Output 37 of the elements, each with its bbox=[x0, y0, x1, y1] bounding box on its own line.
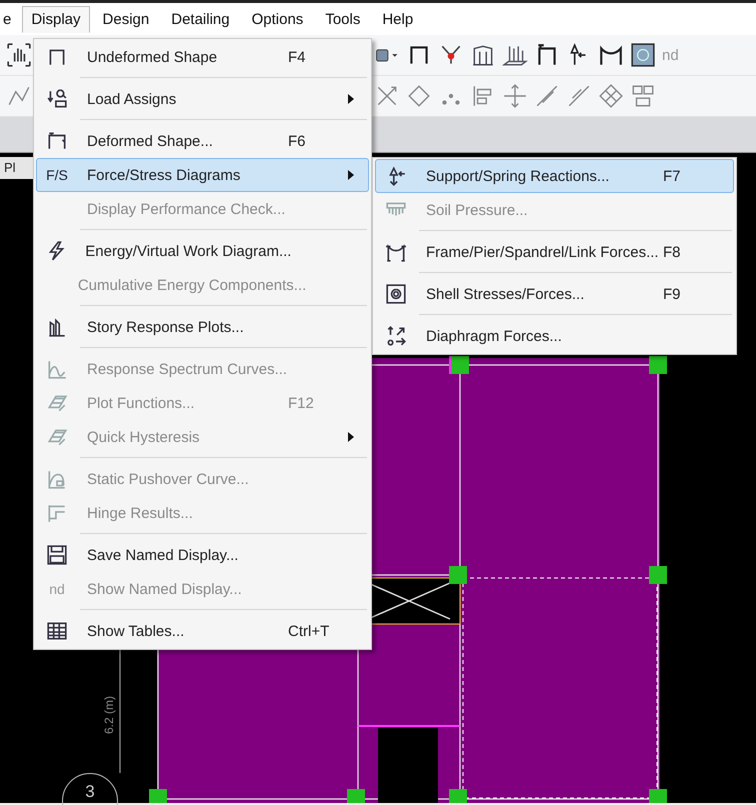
view-tab[interactable]: Pl bbox=[0, 157, 36, 179]
menu-bar-item[interactable]: Options bbox=[242, 6, 312, 32]
menu-bar-item[interactable]: Tools bbox=[316, 6, 370, 32]
menu-item[interactable]: Load Assigns bbox=[36, 82, 369, 116]
menu-item[interactable]: Diaphragm Forces... bbox=[375, 319, 734, 353]
table-icon bbox=[46, 620, 68, 642]
menu-bar-item[interactable]: e bbox=[2, 6, 18, 32]
menu-item[interactable]: Story Response Plots... bbox=[36, 310, 369, 344]
move-icon[interactable] bbox=[502, 83, 528, 109]
load-icon bbox=[46, 88, 68, 110]
slash-icon[interactable] bbox=[534, 83, 560, 109]
grid-icon[interactable] bbox=[630, 83, 656, 109]
menu-item[interactable]: Frame/Pier/Spandrel/Link Forces... F8 bbox=[375, 235, 734, 269]
menu-bar-item[interactable]: Help bbox=[373, 6, 422, 32]
menu-item[interactable]: Undeformed Shape F4 bbox=[36, 40, 369, 74]
slash-icon[interactable] bbox=[566, 83, 592, 109]
save-icon bbox=[46, 544, 68, 566]
menu-item[interactable]: F/S Force/Stress Diagrams bbox=[36, 158, 369, 192]
submenu-arrow-icon bbox=[348, 432, 354, 442]
shell-icon bbox=[385, 283, 407, 305]
menu-item[interactable]: Save Named Display... bbox=[36, 538, 369, 572]
diaphragm-icon bbox=[385, 325, 407, 347]
menu-item[interactable]: Deformed Shape... F6 bbox=[36, 124, 369, 158]
menu-bar-item[interactable]: Detailing bbox=[162, 6, 239, 32]
grid-bubble: 3 bbox=[62, 773, 118, 805]
submenu-arrow-icon bbox=[348, 94, 354, 104]
menu-item[interactable]: Show Tables... Ctrl+T bbox=[36, 614, 369, 648]
dimension-label: 6.2 (m) bbox=[102, 696, 116, 734]
menu-item[interactable]: Energy/Virtual Work Diagram... bbox=[36, 234, 369, 268]
diamond-icon[interactable] bbox=[406, 83, 432, 109]
diamond-icon[interactable] bbox=[598, 83, 624, 109]
submenu-arrow-icon bbox=[348, 170, 354, 180]
menu-item[interactable]: Support/Spring Reactions... F7 bbox=[375, 159, 734, 193]
menu-bar-item[interactable]: Design bbox=[94, 6, 158, 32]
shell-icon[interactable] bbox=[630, 42, 656, 68]
menu-item[interactable]: Shell Stresses/Forces... F9 bbox=[375, 277, 734, 311]
menu-bar-item[interactable]: Display bbox=[22, 6, 90, 32]
